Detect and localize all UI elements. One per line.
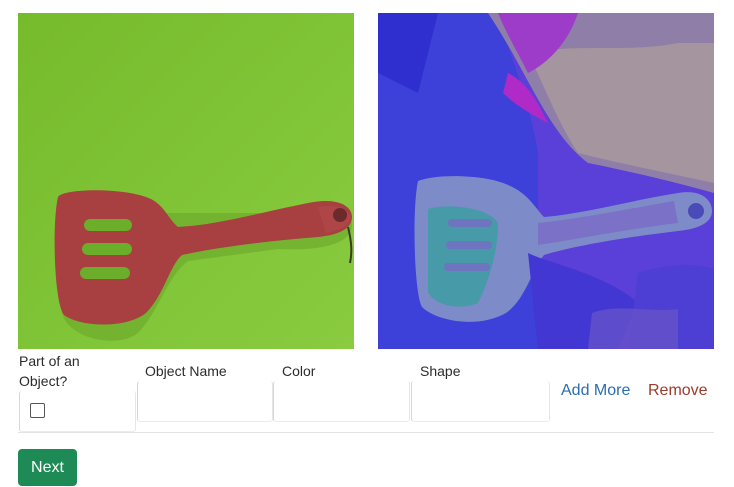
shape-label: Shape	[420, 363, 461, 379]
object-annotation-row: Part of an Object? Object Name Color Sha…	[18, 349, 714, 433]
next-button[interactable]: Next	[18, 449, 77, 486]
part-of-object-label: Part of an Object?	[19, 353, 80, 389]
shape-input[interactable]	[412, 381, 549, 421]
color-label: Color	[282, 363, 316, 379]
color-field	[273, 381, 410, 422]
color-input[interactable]	[274, 381, 409, 421]
object-name-label: Object Name	[145, 363, 227, 379]
transformed-image	[378, 13, 714, 349]
object-name-input[interactable]	[138, 381, 272, 421]
spatula-photo-false-color	[378, 13, 714, 349]
spatula-photo-green-background	[18, 13, 354, 349]
part-of-object-checkbox[interactable]	[30, 403, 45, 418]
part-of-object-field	[19, 391, 136, 432]
add-more-button[interactable]: Add More	[561, 381, 630, 401]
object-name-field	[137, 381, 273, 422]
annotation-page: Part of an Object? Object Name Color Sha…	[0, 0, 734, 487]
shape-field	[411, 381, 550, 422]
remove-button[interactable]: Remove	[648, 381, 708, 401]
original-image	[18, 13, 354, 349]
